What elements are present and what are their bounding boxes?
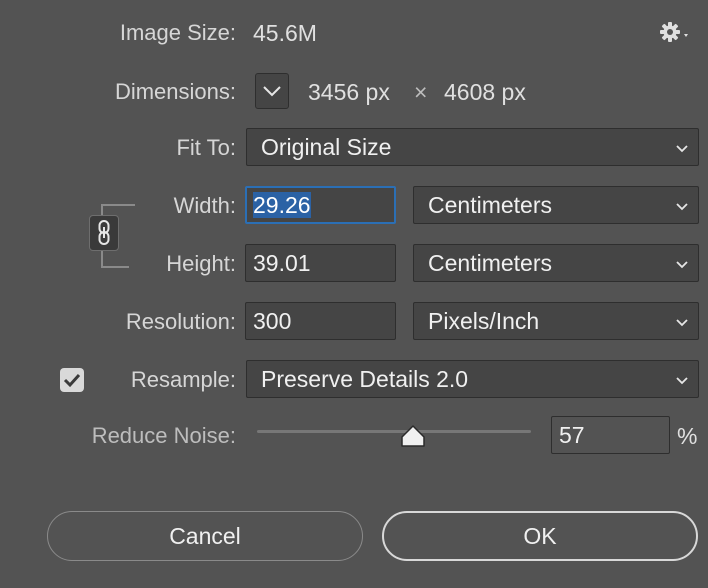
- chevron-down-icon: [676, 319, 688, 327]
- image-size-label: Image Size:: [119, 20, 236, 45]
- resample-method-select[interactable]: Preserve Details 2.0: [246, 360, 699, 398]
- chain-link-icon: [98, 220, 110, 245]
- height-unit-select[interactable]: Centimeters: [413, 244, 699, 282]
- height-label: Height:: [166, 251, 236, 276]
- dimensions-label: Dimensions:: [114, 79, 236, 104]
- chevron-down-icon: [676, 261, 688, 269]
- dimensions-width-value: 3456 px: [308, 79, 390, 105]
- resolution-unit-value: Pixels/Inch: [428, 308, 540, 334]
- dimensions-times-sign: ×: [414, 79, 428, 105]
- reduce-noise-label: Reduce Noise:: [91, 423, 236, 448]
- dimensions-height-value: 4608 px: [444, 79, 526, 105]
- resample-label: Resample:: [130, 367, 236, 392]
- gear-icon: [660, 22, 688, 42]
- reduce-noise-value: 57: [559, 422, 585, 448]
- image-size-dialog: Image Size: 45.6M Dimensions: 3456 px × …: [0, 0, 708, 588]
- resolution-value: 300: [253, 308, 292, 334]
- cancel-button[interactable]: Cancel: [47, 511, 363, 561]
- reduce-noise-unit: %: [677, 423, 698, 449]
- width-input[interactable]: 29.26: [245, 186, 396, 224]
- dimensions-toggle-button[interactable]: [255, 73, 289, 109]
- resolution-label: Resolution:: [125, 309, 236, 334]
- width-label: Width:: [173, 193, 236, 218]
- checkmark-icon: [63, 373, 81, 388]
- width-unit-value: Centimeters: [428, 192, 552, 218]
- height-value: 39.01: [253, 250, 311, 276]
- slider-track: [257, 430, 531, 433]
- resample-checkbox[interactable]: [60, 368, 84, 392]
- chevron-down-icon: [263, 86, 281, 97]
- fit-to-label: Fit To:: [176, 135, 236, 160]
- height-unit-value: Centimeters: [428, 250, 552, 276]
- constrain-proportions-button[interactable]: [89, 215, 119, 251]
- chevron-down-icon: [676, 145, 688, 153]
- resolution-input[interactable]: 300: [245, 302, 396, 340]
- slider-thumb[interactable]: [399, 424, 427, 448]
- fit-to-select[interactable]: Original Size: [246, 128, 699, 166]
- settings-button[interactable]: [658, 20, 694, 46]
- width-value: 29.26: [253, 192, 311, 218]
- ok-button[interactable]: OK: [382, 511, 698, 561]
- height-input[interactable]: 39.01: [245, 244, 396, 282]
- chevron-down-icon: [676, 203, 688, 211]
- resample-method-value: Preserve Details 2.0: [261, 366, 469, 392]
- width-unit-select[interactable]: Centimeters: [413, 186, 699, 224]
- fit-to-value: Original Size: [261, 134, 392, 160]
- reduce-noise-slider[interactable]: [257, 424, 531, 448]
- resolution-unit-select[interactable]: Pixels/Inch: [413, 302, 699, 340]
- reduce-noise-input[interactable]: 57: [551, 416, 670, 454]
- image-size-value: 45.6M: [253, 20, 317, 46]
- chevron-down-icon: [676, 377, 688, 385]
